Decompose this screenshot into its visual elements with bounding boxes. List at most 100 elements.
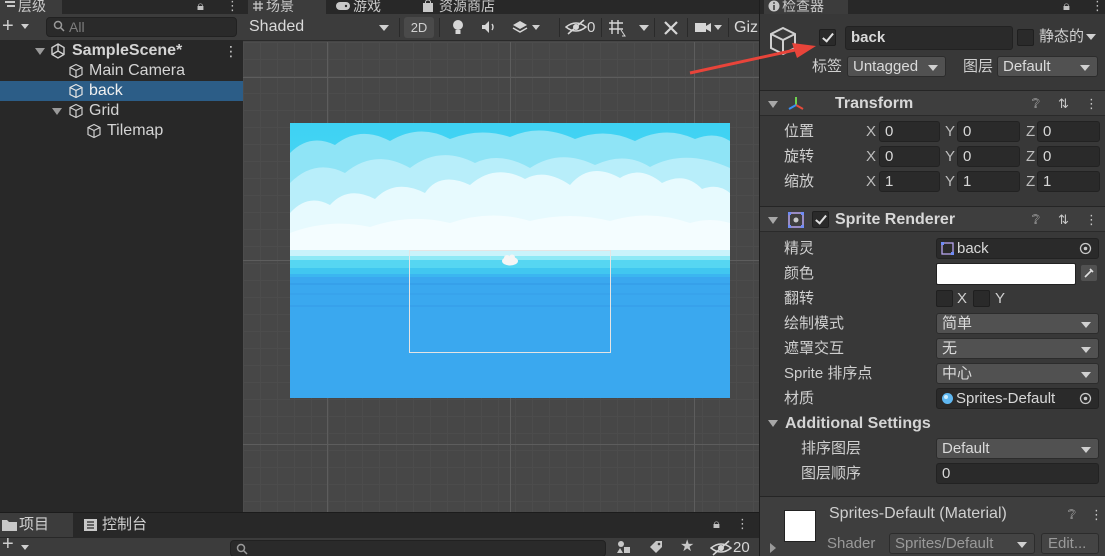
grid-dropdown-icon[interactable] bbox=[639, 25, 649, 31]
mode-2d-button[interactable]: 2D bbox=[404, 17, 434, 38]
more-menu-icon[interactable]: ⋮ bbox=[1091, 0, 1104, 12]
object-picker-icon[interactable] bbox=[1079, 392, 1092, 405]
position-y-field[interactable]: 0 bbox=[957, 121, 1020, 142]
shader-dropdown[interactable]: Sprites/Default bbox=[889, 533, 1035, 554]
static-checkbox[interactable] bbox=[1017, 29, 1034, 46]
axis-y-label[interactable]: Y bbox=[945, 171, 955, 192]
draw-mode-dropdown[interactable]: 简单 bbox=[936, 313, 1099, 334]
additional-settings-title[interactable]: Additional Settings bbox=[785, 414, 931, 434]
tree-item-tilemap[interactable]: Tilemap bbox=[0, 121, 243, 141]
tab-asset-store[interactable]: 资源商店 bbox=[419, 0, 495, 14]
rotation-y-field[interactable]: 0 bbox=[957, 146, 1020, 167]
axis-x-label[interactable]: X bbox=[866, 171, 876, 192]
tree-item-main-camera[interactable]: Main Camera bbox=[0, 61, 243, 81]
add-icon[interactable]: + bbox=[2, 534, 14, 554]
filter-by-type-icon[interactable] bbox=[616, 539, 632, 555]
axis-z-label[interactable]: Z bbox=[1026, 171, 1035, 192]
shading-mode-dropdown[interactable]: Shaded bbox=[243, 14, 395, 41]
expand-arrow-icon[interactable] bbox=[35, 48, 45, 55]
filter-by-label-icon[interactable] bbox=[648, 539, 664, 555]
sprite-renderer-enabled-checkbox[interactable] bbox=[812, 211, 829, 228]
flip-x-checkbox[interactable] bbox=[936, 290, 953, 307]
rotation-x-field[interactable]: 0 bbox=[879, 146, 940, 167]
add-icon[interactable]: + bbox=[2, 16, 14, 36]
camera-dropdown-icon[interactable] bbox=[714, 25, 722, 30]
tools-wrench-icon[interactable] bbox=[662, 19, 680, 37]
presets-icon[interactable]: ⇅ bbox=[1058, 212, 1069, 228]
more-menu-icon[interactable]: ⋮ bbox=[736, 517, 749, 530]
help-icon[interactable]: ❔︎ bbox=[1068, 507, 1076, 523]
lock-icon[interactable]: 🔒︎ bbox=[713, 517, 720, 530]
audio-speaker-icon[interactable] bbox=[481, 20, 497, 34]
material-preview-swatch[interactable] bbox=[784, 510, 816, 542]
grid-snap-icon[interactable] bbox=[607, 18, 627, 37]
axis-x-label[interactable]: X bbox=[866, 121, 876, 142]
tab-game[interactable]: 游戏 bbox=[333, 0, 381, 14]
hierarchy-search-input[interactable]: All bbox=[46, 17, 237, 37]
sprite-renderer-header[interactable]: Sprite Renderer ❔︎ ⇅ ⋮ bbox=[760, 206, 1105, 232]
presets-icon[interactable]: ⇅ bbox=[1058, 96, 1069, 112]
axis-y-label[interactable]: Y bbox=[945, 121, 955, 142]
component-menu-icon[interactable]: ⋮ bbox=[1090, 507, 1103, 523]
visibility-hidden-eye-icon[interactable] bbox=[565, 19, 587, 35]
rotation-z-field[interactable]: 0 bbox=[1037, 146, 1100, 167]
transform-header[interactable]: Transform ❔︎ ⇅ ⋮ bbox=[760, 90, 1105, 116]
component-menu-icon[interactable]: ⋮ bbox=[1085, 212, 1098, 228]
eyedropper-icon[interactable] bbox=[1080, 264, 1098, 282]
axis-x-label[interactable]: X bbox=[866, 146, 876, 167]
tab-console[interactable]: 控制台 bbox=[84, 513, 147, 537]
object-picker-icon[interactable] bbox=[1079, 242, 1092, 255]
color-swatch[interactable] bbox=[936, 263, 1076, 285]
tab-inspector[interactable]: 检查器 bbox=[764, 0, 848, 14]
scale-x-field[interactable]: 1 bbox=[879, 171, 940, 192]
flip-y-checkbox[interactable] bbox=[973, 290, 990, 307]
order-in-layer-field[interactable]: 0 bbox=[936, 463, 1099, 484]
camera-icon[interactable] bbox=[694, 21, 712, 34]
lock-icon[interactable]: 🔒︎ bbox=[197, 0, 204, 12]
static-dropdown-icon[interactable] bbox=[1086, 34, 1096, 40]
tree-item-scene[interactable]: SampleScene* ⋮ bbox=[0, 41, 243, 61]
mask-interaction-dropdown[interactable]: 无 bbox=[936, 338, 1099, 359]
scene-menu-icon[interactable]: ⋮ bbox=[224, 41, 238, 61]
expand-arrow-icon[interactable] bbox=[770, 543, 776, 553]
sorting-layer-dropdown[interactable]: Default bbox=[936, 438, 1099, 459]
effects-layers-icon[interactable] bbox=[511, 19, 529, 35]
shader-edit-button[interactable]: Edit... bbox=[1041, 533, 1099, 554]
layer-dropdown[interactable]: Default bbox=[997, 56, 1098, 77]
gizmos-dropdown[interactable]: Giz bbox=[734, 17, 758, 38]
tab-hierarchy[interactable]: 层级 bbox=[0, 0, 62, 14]
scale-y-field[interactable]: 1 bbox=[957, 171, 1020, 192]
tree-item-grid[interactable]: Grid bbox=[0, 101, 243, 121]
additional-settings-arrow-icon[interactable] bbox=[768, 420, 778, 427]
position-z-field[interactable]: 0 bbox=[1037, 121, 1100, 142]
tag-dropdown[interactable]: Untagged bbox=[847, 56, 946, 77]
scale-z-field[interactable]: 1 bbox=[1037, 171, 1100, 192]
help-icon[interactable]: ❔︎ bbox=[1032, 96, 1040, 112]
camera-gizmo-icon[interactable] bbox=[501, 254, 519, 266]
axis-y-label[interactable]: Y bbox=[945, 146, 955, 167]
lock-icon[interactable]: 🔒︎ bbox=[1063, 0, 1070, 12]
effects-dropdown-icon[interactable] bbox=[532, 25, 540, 30]
object-name-input[interactable]: back bbox=[845, 26, 1013, 50]
scene-viewport[interactable] bbox=[243, 42, 759, 512]
add-dropdown-icon[interactable] bbox=[21, 545, 29, 550]
collapse-arrow-icon[interactable] bbox=[768, 101, 778, 108]
axis-z-label[interactable]: Z bbox=[1026, 121, 1035, 142]
axis-z-label[interactable]: Z bbox=[1026, 146, 1035, 167]
favorites-star-icon[interactable]: ★ bbox=[680, 538, 694, 556]
tab-scene[interactable]: 场景 bbox=[248, 0, 326, 14]
component-menu-icon[interactable]: ⋮ bbox=[1085, 96, 1098, 112]
collapse-arrow-icon[interactable] bbox=[768, 217, 778, 224]
sprite-object-field[interactable]: back bbox=[936, 238, 1099, 259]
visibility-hidden-eye-icon[interactable] bbox=[710, 540, 732, 556]
add-dropdown-icon[interactable] bbox=[21, 24, 29, 29]
tree-item-back[interactable]: back bbox=[0, 81, 243, 101]
help-icon[interactable]: ❔︎ bbox=[1032, 212, 1040, 228]
material-object-field[interactable]: Sprites-Default bbox=[936, 388, 1099, 409]
more-menu-icon[interactable]: ⋮ bbox=[226, 0, 239, 12]
sort-point-dropdown[interactable]: 中心 bbox=[936, 363, 1099, 384]
position-x-field[interactable]: 0 bbox=[879, 121, 940, 142]
lighting-bulb-icon[interactable] bbox=[451, 19, 465, 36]
expand-arrow-icon[interactable] bbox=[52, 108, 62, 115]
project-search-input[interactable] bbox=[230, 540, 606, 556]
